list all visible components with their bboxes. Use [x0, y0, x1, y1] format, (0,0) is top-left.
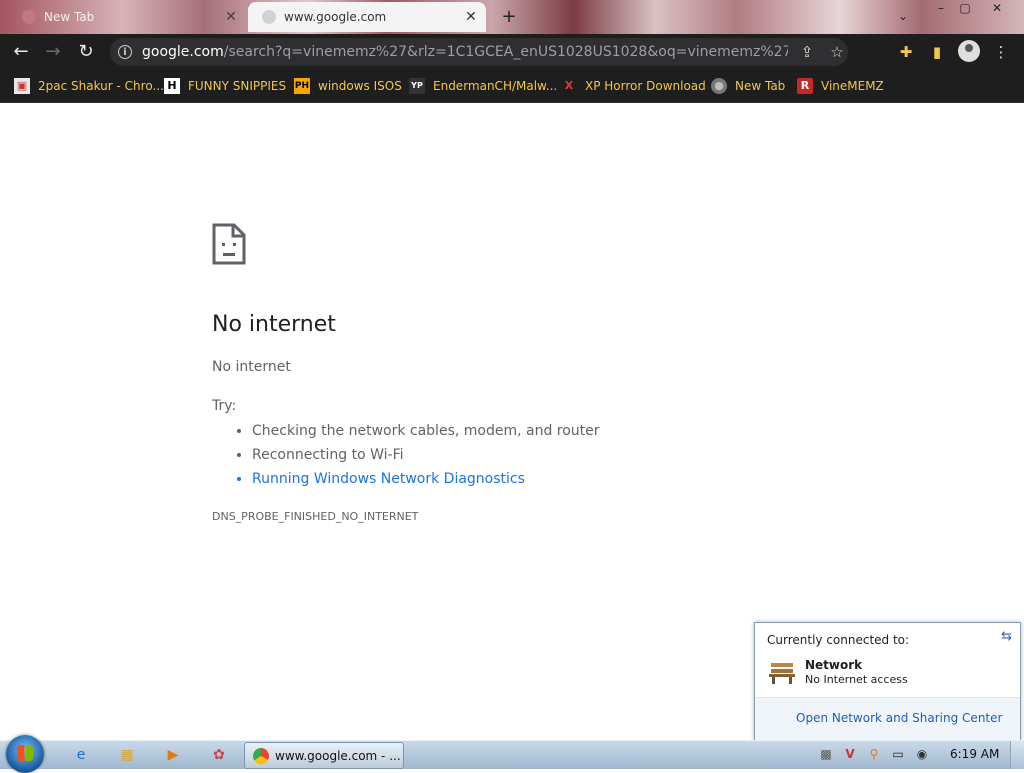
tray-app-icon[interactable]: ▩: [818, 746, 834, 762]
profile-avatar-icon[interactable]: [958, 40, 980, 62]
tab-search-icon[interactable]: ⌄: [898, 9, 908, 23]
network-bench-icon: [769, 663, 795, 684]
diagnostics-link[interactable]: Running Windows Network Diagnostics: [252, 467, 600, 491]
back-icon[interactable]: ←: [10, 41, 32, 63]
tab-favicon-icon: [262, 10, 276, 24]
media-player-icon[interactable]: ▶: [162, 744, 184, 766]
bookmark-xp-horror[interactable]: X XP Horror Download: [561, 77, 706, 95]
taskbar-chrome-window[interactable]: www.google.com - ...: [244, 742, 404, 769]
paint-icon[interactable]: ✿: [208, 744, 230, 766]
network-status: No Internet access: [805, 673, 908, 686]
side-panel-icon[interactable]: ▮: [926, 41, 948, 63]
suggestions-list: Checking the network cables, modem, and …: [212, 419, 600, 491]
reload-icon[interactable]: ↻: [75, 41, 97, 63]
bookmark-endermanch[interactable]: YP EndermanCH/Malw...: [409, 77, 557, 95]
maximize-icon[interactable]: ▢: [954, 1, 976, 17]
tray-v-icon[interactable]: V: [842, 746, 858, 762]
yp-icon: YP: [409, 78, 425, 94]
avatar-icon: ●: [711, 78, 727, 94]
extensions-icon[interactable]: ✚: [895, 41, 917, 63]
ph-icon: PH: [294, 78, 310, 94]
list-item: Checking the network cables, modem, and …: [252, 419, 600, 443]
try-label: Try:: [212, 398, 237, 414]
site-info-icon[interactable]: i: [118, 45, 132, 59]
x-icon: X: [564, 79, 574, 92]
network-flyout: Currently connected to: ⇆ Network No Int…: [754, 622, 1021, 740]
tab-google[interactable]: www.google.com ✕: [248, 2, 486, 32]
bookmarks-bar: ▣ 2pac Shakur - Chro... H FUNNY SNIPPIES…: [0, 70, 1024, 103]
error-code: DNS_PROBE_FINISHED_NO_INTERNET: [212, 510, 419, 523]
bookmark-2pac[interactable]: ▣ 2pac Shakur - Chro...: [14, 77, 164, 95]
list-item: Reconnecting to Wi-Fi: [252, 443, 600, 467]
taskbar: e ▦ ▶ ✿ www.google.com - ... ▩ V ⚲ ▭ ◉ 6…: [0, 735, 1024, 773]
internet-explorer-icon[interactable]: e: [70, 744, 92, 766]
h-icon: H: [164, 78, 180, 94]
flyout-footer: Open Network and Sharing Center: [755, 697, 1020, 740]
file-explorer-icon[interactable]: ▦: [116, 744, 138, 766]
chrome-icon: [253, 747, 269, 764]
volume-tray-icon[interactable]: ◉: [914, 746, 930, 762]
start-button[interactable]: [6, 735, 44, 773]
network-name: Network: [805, 658, 863, 672]
tab-title: www.google.com: [284, 10, 387, 24]
error-heading: No internet: [212, 312, 336, 337]
flyout-title: Currently connected to:: [767, 633, 910, 647]
tab-favicon-icon: [22, 10, 36, 24]
tab-title: New Tab: [44, 10, 95, 24]
title-bar: New Tab ✕ www.google.com ✕ + ⌄ – ▢ ✕: [0, 0, 1024, 34]
forward-icon[interactable]: →: [42, 41, 64, 63]
url-text[interactable]: google.com/search?q=vinememz%27&rlz=1C1G…: [142, 44, 788, 60]
bookmark-vinememz[interactable]: R VineMEMZ: [797, 77, 884, 95]
browser-toolbar: ← → ↻ i google.com/search?q=vinememz%27&…: [0, 34, 1024, 70]
tab-close-icon[interactable]: ✕: [222, 9, 240, 25]
page-icon: ▣: [14, 78, 30, 94]
tab-new-tab[interactable]: New Tab ✕: [8, 2, 246, 32]
show-desktop-button[interactable]: [1010, 741, 1024, 769]
bookmark-funny-snippies[interactable]: H FUNNY SNIPPIES: [164, 77, 286, 95]
bookmark-star-icon[interactable]: ☆: [826, 43, 848, 61]
share-icon[interactable]: ⇪: [796, 43, 818, 61]
minimize-icon[interactable]: –: [930, 1, 952, 17]
new-tab-button[interactable]: +: [498, 6, 520, 28]
tray-search-icon[interactable]: ⚲: [866, 746, 882, 762]
menu-icon[interactable]: ⋮: [990, 41, 1012, 63]
r-icon: R: [797, 78, 813, 94]
bookmark-windows-isos[interactable]: PH windows ISOS: [294, 77, 402, 95]
network-sharing-center-link[interactable]: Open Network and Sharing Center: [796, 711, 1002, 725]
close-window-icon[interactable]: ✕: [986, 1, 1008, 17]
error-subheading: No internet: [212, 359, 291, 375]
network-tray-icon[interactable]: ▭: [890, 746, 906, 762]
address-bar[interactable]: i google.com/search?q=vinememz%27&rlz=1C…: [110, 38, 848, 66]
bookmark-new-tab[interactable]: ● New Tab: [711, 77, 785, 95]
tab-close-icon[interactable]: ✕: [462, 9, 480, 25]
sad-document-icon: [212, 223, 246, 265]
clock: 6:19 AM: [950, 747, 1000, 761]
refresh-icon[interactable]: ⇆: [1001, 629, 1012, 644]
